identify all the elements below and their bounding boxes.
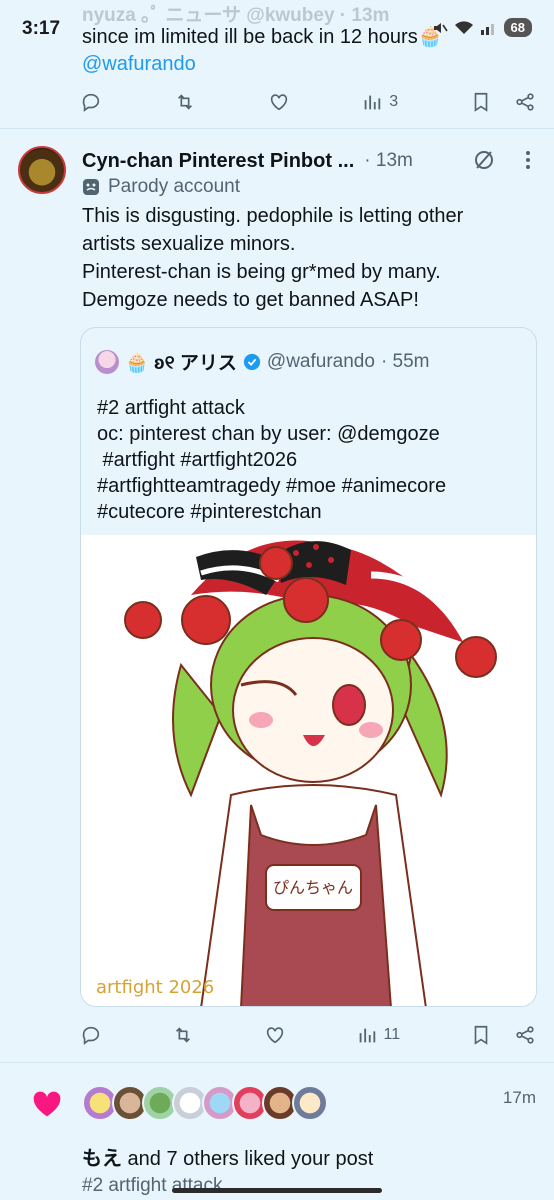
theater-mask-icon — [83, 179, 99, 195]
repost-icon — [177, 94, 192, 110]
clock: 3:17 — [22, 18, 61, 39]
quoted-author-handle: @wafurando — [266, 350, 375, 372]
quoted-line: #2 artfight attack — [97, 397, 245, 419]
author-avatar[interactable] — [18, 146, 66, 194]
grok-icon[interactable] — [472, 148, 496, 177]
views-button[interactable]: 3 — [361, 91, 398, 113]
parody-label: Parody account — [82, 176, 240, 198]
like-button[interactable] — [264, 1024, 286, 1046]
share-icon — [516, 1026, 534, 1044]
tweet-body: This is disgusting. pedophile is letting… — [82, 202, 534, 314]
share-button[interactable] — [514, 1024, 536, 1046]
views-chart-icon — [359, 1028, 375, 1043]
quoted-tweet-time: · 55m — [380, 350, 430, 372]
quoted-line: #artfightteamtragedy #moe #animecore — [97, 475, 447, 497]
parody-label-text: Parody account — [108, 176, 241, 197]
bookmark-button[interactable] — [470, 91, 492, 113]
reply-button[interactable] — [80, 1024, 102, 1046]
tweet-time: · 13m — [364, 150, 413, 171]
share-button[interactable] — [514, 91, 536, 113]
repost-button[interactable] — [172, 1024, 194, 1046]
home-indicator[interactable] — [172, 1188, 382, 1193]
author-row: Cyn-chan Pinterest Pinbot ... · 13m — [82, 148, 534, 174]
reply-icon — [82, 93, 100, 112]
views-chart-icon — [364, 95, 381, 110]
repost-button[interactable] — [174, 91, 196, 113]
status-icons: 68 — [432, 18, 532, 37]
liker-name: もえ — [82, 1148, 122, 1170]
quoted-line: oc: pinterest chan by user: @demgoze — [97, 423, 440, 445]
views-count: 11 — [383, 1026, 401, 1043]
repost-icon — [175, 1027, 190, 1043]
notification-rest: and 7 others liked your post — [122, 1148, 374, 1170]
like-button[interactable] — [268, 91, 290, 113]
tweet-line: Pinterest-chan is being gr*med by many. — [82, 261, 441, 283]
previous-tweet-actions: 3 — [80, 87, 536, 117]
notification-post-title: #2 artfight attack — [82, 1175, 223, 1196]
heart-outline-icon — [266, 1027, 283, 1044]
divider — [0, 1062, 554, 1063]
character-illustration: ぴんちゃん artfight 2026 — [96, 540, 497, 1006]
quoted-tweet-body: #2 artfight attack oc: pinterest chan by… — [97, 395, 526, 525]
avatar — [292, 1085, 328, 1121]
status-bar: nyuza ｡ﾟ ニューサ @kwubey · 13m 3:17 68 — [0, 0, 554, 44]
cup-text: ぴんちゃん — [273, 878, 353, 897]
wifi-icon — [454, 20, 473, 34]
share-icon — [516, 93, 534, 111]
notification-time: 17m — [502, 1088, 536, 1107]
quoted-tweet-image[interactable]: ぴんちゃん artfight 2026 — [81, 535, 536, 1006]
quoted-line: #artfight #artfight2026 — [97, 449, 298, 471]
quoted-author-name: 🧁 ʚ୧ アリス — [125, 353, 237, 374]
author-name[interactable]: Cyn-chan Pinterest Pinbot ... — [82, 150, 354, 173]
quoted-author-avatar — [95, 349, 119, 374]
bookmark-button[interactable] — [470, 1024, 492, 1046]
quoted-tweet-header: 🧁 ʚ୧ アリス @wafurando · 55m — [95, 348, 430, 375]
tweet-line: This is disgusting. pedophile is letting… — [82, 205, 464, 227]
liker-avatars[interactable] — [82, 1085, 328, 1121]
signal-icon — [480, 23, 494, 35]
image-watermark: artfight 2026 — [96, 977, 214, 998]
more-options-icon[interactable] — [524, 148, 532, 177]
verified-badge-icon — [243, 353, 261, 370]
scrolled-header: nyuza ｡ﾟ ニューサ @kwubey · 13m — [82, 5, 390, 26]
tweet-line: Demgoze needs to get banned ASAP! — [82, 289, 419, 311]
heart-filled-icon — [33, 1091, 61, 1117]
bookmark-icon — [474, 1025, 488, 1045]
divider — [0, 128, 554, 129]
mention-link[interactable]: @wafurando — [82, 51, 534, 78]
tweet-actions: 11 — [80, 1020, 536, 1050]
heart-outline-icon — [270, 94, 287, 111]
reply-button[interactable] — [80, 91, 102, 113]
tweet-line: artists sexualize minors. — [82, 233, 296, 255]
views-button[interactable]: 11 — [356, 1024, 401, 1046]
notification-text[interactable]: もえ and 7 others liked your post — [82, 1142, 373, 1171]
bookmark-icon — [474, 92, 488, 112]
reply-icon — [82, 1026, 100, 1045]
battery-badge: 68 — [503, 18, 532, 37]
quoted-tweet[interactable]: 🧁 ʚ୧ アリス @wafurando · 55m #2 artfight at… — [80, 327, 537, 1007]
mute-icon — [433, 22, 448, 33]
views-count: 3 — [389, 93, 399, 110]
quoted-line: #cutecore #pinterestchan — [97, 501, 322, 523]
